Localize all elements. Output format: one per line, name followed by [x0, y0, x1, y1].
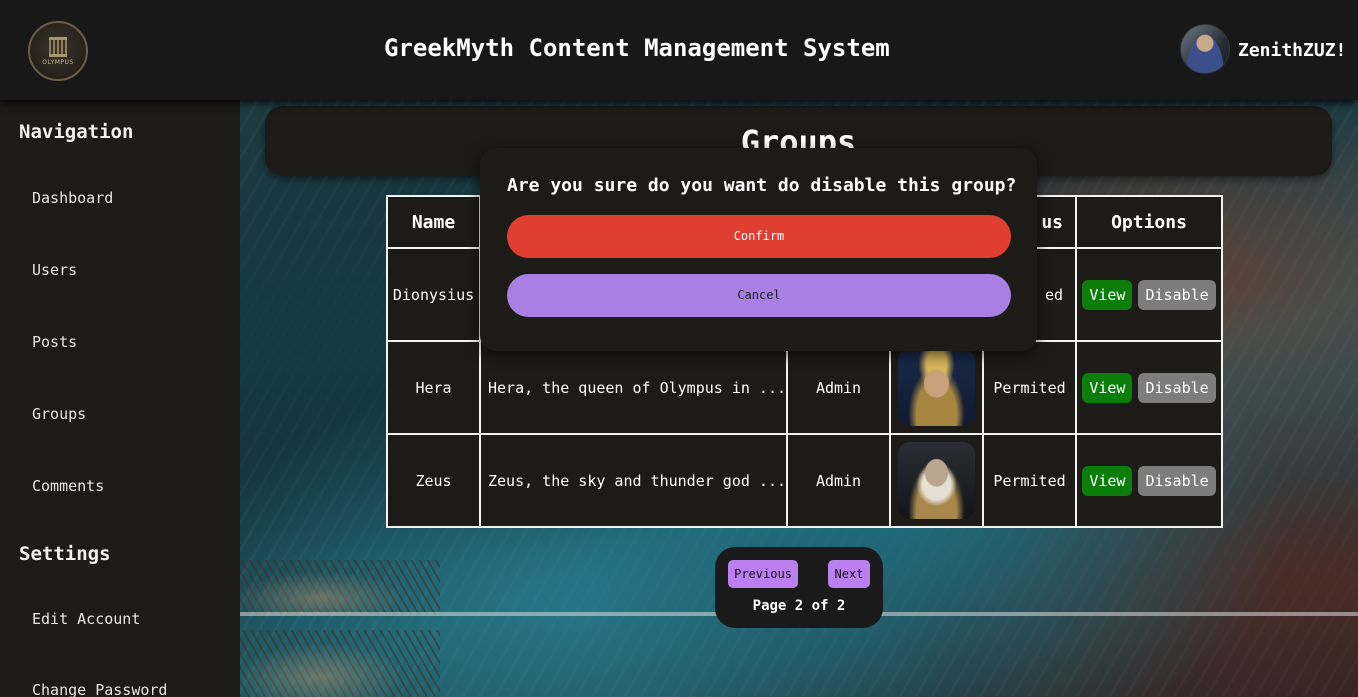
next-page-button[interactable]: Next	[828, 560, 870, 588]
username[interactable]: ZenithZUZ!	[1238, 40, 1346, 61]
table-row: Hera Hera, the queen of Olympus in ... A…	[386, 340, 1224, 435]
sidebar-item-users[interactable]: Users	[32, 261, 77, 279]
background-ships-repeat	[240, 630, 440, 697]
row-description: Zeus, the sky and thunder god ...	[478, 433, 789, 528]
previous-page-button[interactable]: Previous	[728, 560, 798, 588]
settings-heading: Settings	[19, 543, 111, 565]
row-name: Zeus	[386, 433, 481, 528]
disable-button[interactable]: Disable	[1138, 279, 1216, 310]
hera-thumbnail	[898, 349, 976, 426]
disable-button[interactable]: Disable	[1138, 465, 1216, 496]
dialog-question: Are you sure do you want do disable this…	[507, 175, 1017, 196]
row-image-cell	[889, 340, 985, 435]
sidebar: Navigation Dashboard Users Posts Groups …	[0, 100, 240, 697]
view-button[interactable]: View	[1082, 279, 1133, 310]
row-name: Hera	[386, 340, 481, 435]
row-author: Admin	[786, 433, 892, 528]
top-header: OLYMPUS GreekMyth Content Management Sys…	[0, 0, 1358, 100]
sidebar-item-edit-account[interactable]: Edit Account	[32, 610, 140, 628]
row-status: Permited	[982, 433, 1078, 528]
table-row: Zeus Zeus, the sky and thunder god ... A…	[386, 433, 1224, 528]
disable-button[interactable]: Disable	[1138, 372, 1216, 403]
user-avatar[interactable]	[1180, 24, 1230, 74]
disable-group-dialog: Are you sure do you want do disable this…	[480, 148, 1037, 351]
logo-text: OLYMPUS	[42, 58, 74, 66]
header-options: Options	[1075, 195, 1224, 249]
app-title: GreekMyth Content Management System	[384, 34, 890, 62]
pillar-icon	[49, 36, 67, 57]
sidebar-item-dashboard[interactable]: Dashboard	[32, 189, 113, 207]
view-button[interactable]: View	[1082, 372, 1133, 403]
row-image-cell	[889, 433, 985, 528]
confirm-button[interactable]: Confirm	[507, 215, 1011, 258]
sidebar-item-change-password[interactable]: Change Password	[32, 681, 167, 697]
olympus-logo[interactable]: OLYMPUS	[28, 21, 88, 81]
navigation-heading: Navigation	[19, 121, 134, 143]
row-name: Dionysius	[386, 247, 481, 342]
sidebar-item-posts[interactable]: Posts	[32, 333, 77, 351]
zeus-thumbnail	[898, 442, 976, 519]
cancel-button[interactable]: Cancel	[507, 274, 1011, 317]
sidebar-item-comments[interactable]: Comments	[32, 477, 104, 495]
row-options: View Disable	[1075, 340, 1224, 435]
row-author: Admin	[786, 340, 892, 435]
background-ships	[240, 560, 440, 615]
pagination: Previous Next Page 2 of 2	[715, 547, 883, 628]
header-name: Name	[386, 195, 481, 249]
row-status: Permited	[982, 340, 1078, 435]
row-description: Hera, the queen of Olympus in ...	[478, 340, 789, 435]
view-button[interactable]: View	[1082, 465, 1133, 496]
row-options: View Disable	[1075, 433, 1224, 528]
sidebar-item-groups[interactable]: Groups	[32, 405, 86, 423]
row-options: View Disable	[1075, 247, 1224, 342]
page-indicator: Page 2 of 2	[752, 598, 846, 614]
